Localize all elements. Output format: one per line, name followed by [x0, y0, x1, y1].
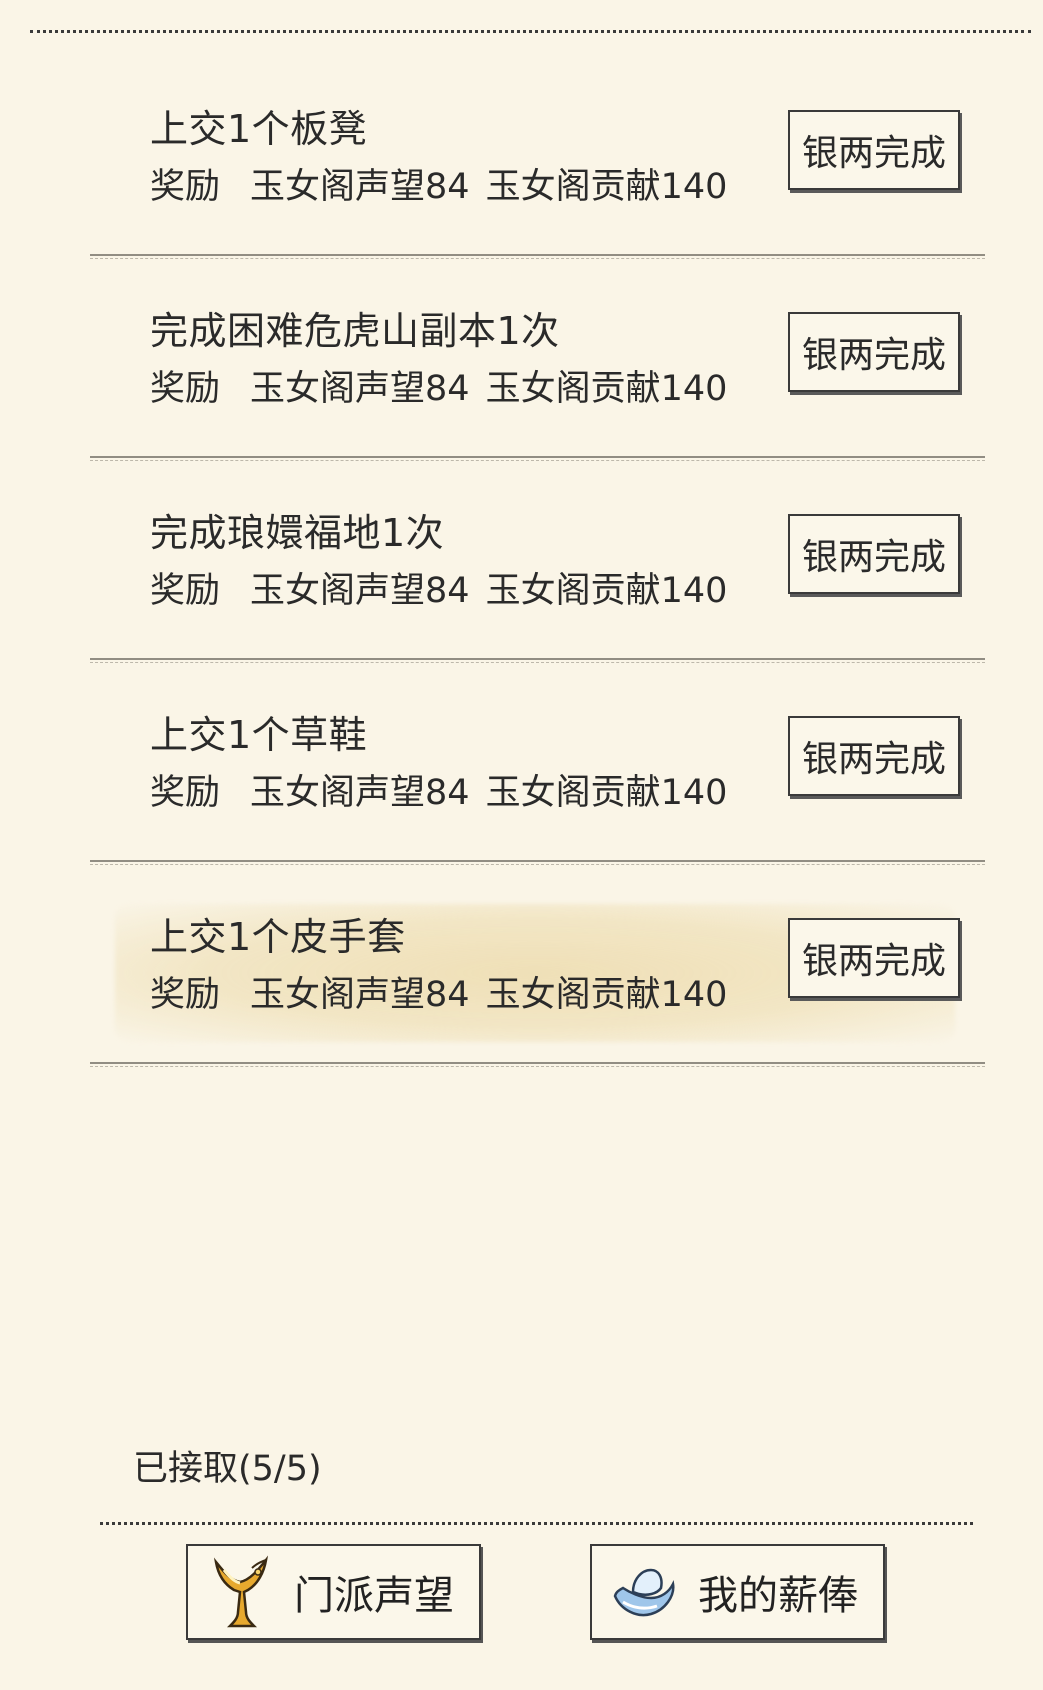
reward-reputation: 玉女阁声望84	[250, 369, 470, 409]
reward-contribution: 玉女阁贡献140	[485, 369, 728, 409]
silver-complete-button[interactable]: 银两完成	[788, 514, 960, 594]
task-item: 完成困难危虎山副本1次 奖励 玉女阁声望84 玉女阁贡献140 银两完成	[90, 272, 985, 474]
sect-reputation-button[interactable]: 门派声望	[186, 1544, 481, 1640]
task-reward: 奖励 玉女阁声望84 玉女阁贡献140	[150, 764, 727, 815]
golden-cup-icon	[206, 1552, 276, 1632]
task-divider	[90, 1062, 985, 1067]
task-item: 上交1个板凳 奖励 玉女阁声望84 玉女阁贡献140 银两完成	[90, 70, 985, 272]
reward-reputation: 玉女阁声望84	[250, 571, 470, 611]
my-salary-button[interactable]: 我的薪俸	[590, 1544, 885, 1640]
task-divider	[90, 658, 985, 663]
task-divider	[90, 456, 985, 461]
my-salary-label: 我的薪俸	[698, 1573, 858, 1619]
top-dotted-divider	[30, 30, 1031, 33]
reward-reputation: 玉女阁声望84	[250, 975, 470, 1015]
sect-reputation-label: 门派声望	[294, 1573, 454, 1619]
reward-reputation: 玉女阁声望84	[250, 773, 470, 813]
accepted-count: 已接取(5/5)	[133, 1449, 322, 1489]
reward-label: 奖励	[150, 571, 221, 611]
task-divider	[90, 860, 985, 865]
reward-contribution: 玉女阁贡献140	[485, 571, 728, 611]
reward-contribution: 玉女阁贡献140	[485, 975, 728, 1015]
task-reward: 奖励 玉女阁声望84 玉女阁贡献140	[150, 158, 727, 209]
task-panel: 上交1个板凳 奖励 玉女阁声望84 玉女阁贡献140 银两完成 完成困难危虎山副本1…	[0, 0, 1043, 1690]
reward-contribution: 玉女阁贡献140	[485, 773, 728, 813]
task-reward: 奖励 玉女阁声望84 玉女阁贡献140	[150, 966, 727, 1017]
reward-label: 奖励	[150, 167, 221, 207]
silver-complete-button[interactable]: 银两完成	[788, 312, 960, 392]
task-divider	[90, 254, 985, 259]
task-item-selected[interactable]: 上交1个皮手套 奖励 玉女阁声望84 玉女阁贡献140 银两完成	[90, 878, 985, 1080]
bottom-dotted-divider	[100, 1522, 973, 1525]
task-title: 上交1个草鞋	[150, 713, 368, 757]
silver-complete-button[interactable]: 银两完成	[788, 918, 960, 998]
task-reward: 奖励 玉女阁声望84 玉女阁贡献140	[150, 360, 727, 411]
reward-contribution: 玉女阁贡献140	[485, 167, 728, 207]
reward-label: 奖励	[150, 773, 221, 813]
task-title: 上交1个板凳	[150, 107, 368, 151]
reward-label: 奖励	[150, 369, 221, 409]
task-reward: 奖励 玉女阁声望84 玉女阁贡献140	[150, 562, 727, 613]
task-title: 上交1个皮手套	[150, 915, 406, 959]
task-item: 上交1个草鞋 奖励 玉女阁声望84 玉女阁贡献140 银两完成	[90, 676, 985, 878]
task-title: 完成困难危虎山副本1次	[150, 309, 560, 353]
reward-label: 奖励	[150, 975, 221, 1015]
silver-complete-button[interactable]: 银两完成	[788, 110, 960, 190]
silver-ingot-icon	[610, 1552, 680, 1632]
task-title: 完成琅嬛福地1次	[150, 511, 445, 555]
task-item: 完成琅嬛福地1次 奖励 玉女阁声望84 玉女阁贡献140 银两完成	[90, 474, 985, 676]
silver-complete-button[interactable]: 银两完成	[788, 716, 960, 796]
reward-reputation: 玉女阁声望84	[250, 167, 470, 207]
task-list: 上交1个板凳 奖励 玉女阁声望84 玉女阁贡献140 银两完成 完成困难危虎山副本1…	[90, 70, 985, 1080]
